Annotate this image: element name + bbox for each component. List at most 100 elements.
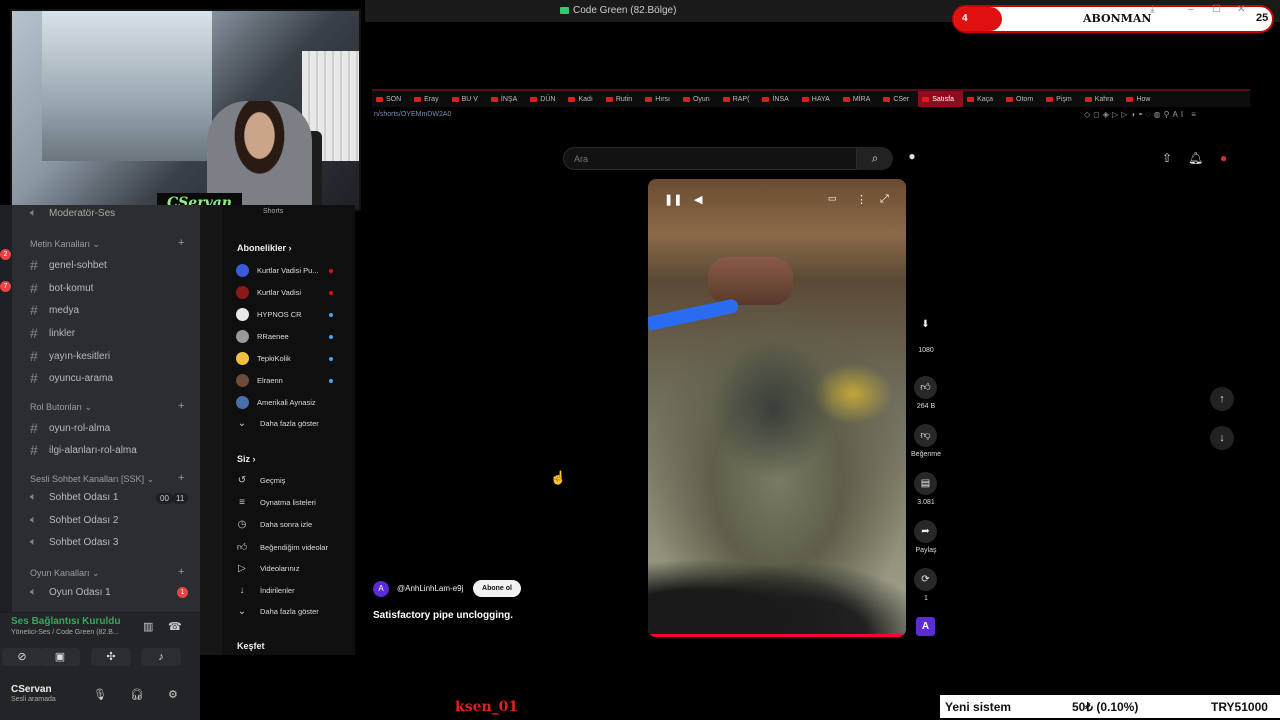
camera-button[interactable]: ⊘ — [2, 648, 42, 666]
subscription-item[interactable]: TepkiKolik — [236, 352, 336, 365]
browser-tab[interactable]: Kadı — [564, 91, 601, 107]
user-name[interactable]: CServan — [11, 684, 52, 695]
browser-tab[interactable]: Otom — [1002, 91, 1042, 107]
browser-tab[interactable]: Pişm — [1042, 91, 1081, 107]
add-channel-icon[interactable]: + — [178, 400, 184, 412]
subscription-item[interactable]: Amerikali Aynasiz — [236, 396, 336, 409]
subscriptions-heading[interactable]: Abonelikler › — [237, 243, 292, 253]
explore-heading[interactable]: Keşfet — [237, 641, 265, 651]
channel-linkler[interactable]: # linkler — [30, 325, 75, 341]
volume-icon[interactable]: ◀︎ — [694, 193, 702, 206]
address-bar-url[interactable]: n/shorts/OYEMmDW2A0 — [374, 111, 451, 118]
upload-icon[interactable]: ⇧ — [1162, 151, 1172, 165]
browser-tab[interactable]: MİRA — [839, 91, 880, 107]
headphones-icon[interactable]: 🎧︎ — [130, 688, 144, 701]
you-item[interactable]: ↓ İndirilenler — [236, 585, 295, 596]
screen-share-button[interactable]: ▣ — [40, 648, 80, 666]
channel-oyuncu-arama[interactable]: # oyuncu-arama — [30, 370, 113, 386]
you-item[interactable]: ↺ Geçmiş — [236, 475, 286, 486]
you-heading[interactable]: Siz › — [237, 454, 256, 464]
channel-moderator-voice[interactable]: 🔈︎ Moderatör-Ses — [30, 207, 115, 220]
browser-tab[interactable]: RAP( — [719, 91, 759, 107]
like-button[interactable]: 👍︎ — [914, 376, 937, 399]
disconnect-icon[interactable]: ☎ — [168, 620, 182, 633]
subscribe-button[interactable]: Abone ol — [473, 580, 521, 597]
download-icon[interactable]: ⤓ — [1150, 4, 1154, 15]
subscription-item[interactable]: Kurtlar Vadisi — [236, 286, 336, 299]
add-channel-icon[interactable]: + — [178, 237, 184, 249]
browser-tab[interactable]: İNSA — [758, 91, 797, 107]
next-short-button[interactable]: ↓ — [1210, 426, 1234, 450]
you-item[interactable]: 👍︎ Beğendiğim videolar — [236, 541, 328, 553]
maximize-icon[interactable]: ☐ — [1212, 4, 1221, 15]
channel-oyun-rol-alma[interactable]: # oyun-rol-alma — [30, 420, 110, 436]
voice-channel-room-3[interactable]: 🔈︎ Sohbet Odası 3 — [30, 536, 119, 549]
category-game-channels[interactable]: Oyun Kanalları ⌄ + — [30, 566, 184, 579]
account-avatar-icon[interactable]: ● — [1220, 151, 1227, 165]
voice-channel-room-2[interactable]: 🔈︎ Sohbet Odası 2 — [30, 514, 119, 527]
share-button[interactable]: ➦ — [914, 520, 937, 543]
browser-tab[interactable]: Kaça — [963, 91, 1002, 107]
browser-tab[interactable]: Kahra — [1081, 91, 1123, 107]
browser-tab[interactable]: DÜN — [526, 91, 564, 107]
captions-icon[interactable]: ▭ — [828, 193, 837, 204]
voice-channel-game-room-1[interactable]: 🔈︎ Oyun Odası 1 — [30, 586, 111, 599]
show-more-subscriptions[interactable]: ⌄ Daha fazla göster — [236, 418, 319, 429]
you-item[interactable]: ▷ Videolarınız — [236, 563, 299, 574]
remix-button[interactable]: ⟳ — [914, 568, 937, 591]
search-input[interactable]: Ara — [563, 147, 857, 170]
channel-yayin-kesitleri[interactable]: # yayın-kesitleri — [30, 348, 110, 364]
pause-icon[interactable]: ❚❚ — [664, 193, 682, 206]
browser-tab[interactable]: How — [1122, 91, 1159, 107]
close-icon[interactable]: ✕ — [1237, 4, 1245, 15]
minimize-icon[interactable]: – — [1188, 4, 1194, 15]
activities-button[interactable]: ✣ — [91, 648, 131, 666]
channel-bot-komut[interactable]: # bot-komut — [30, 280, 93, 296]
video-progress-bar[interactable] — [648, 634, 906, 637]
channel-avatar-button[interactable]: A — [916, 617, 935, 636]
settings-gear-icon[interactable]: ⚙ — [168, 688, 178, 701]
notifications-bell-icon[interactable]: 🔔︎ — [1188, 151, 1203, 165]
voice-channel-room-1[interactable]: 🔈︎ Sohbet Odası 1 — [30, 491, 119, 504]
subscription-item[interactable]: RRaenee — [236, 330, 336, 343]
channel-handle[interactable]: @AnhLinhLam-e9j — [397, 584, 463, 593]
channel-ilgi-alanlari-rol-alma[interactable]: # ilgi-alanları-rol-alma — [30, 442, 137, 458]
browser-tab[interactable]: İNŞA — [487, 91, 526, 107]
add-channel-icon[interactable]: + — [178, 566, 184, 578]
add-channel-icon[interactable]: + — [178, 472, 184, 484]
extension-icons[interactable]: ◇◻◈▷▷◑◓◌◍⚲AI ≡ — [1084, 110, 1199, 119]
subscription-item[interactable]: HYPNOS CR — [236, 308, 336, 321]
browser-tab[interactable]: Eray — [410, 91, 447, 107]
category-text-channels[interactable]: Metin Kanalları ⌄ + — [30, 237, 184, 250]
you-item[interactable]: ◷ Daha sonra izle — [236, 519, 313, 530]
previous-short-button[interactable]: ↑ — [1210, 387, 1234, 411]
shorts-nav-item[interactable]: Shorts — [263, 208, 283, 215]
browser-tab[interactable]: Oyun — [679, 91, 719, 107]
dislike-button[interactable]: 👎︎ — [914, 424, 937, 447]
fullscreen-icon[interactable]: ⤢ — [880, 193, 889, 206]
soundboard-button[interactable]: ♪ — [141, 648, 181, 666]
channel-genel-sohbet[interactable]: # genel-sohbet — [30, 257, 107, 273]
browser-tab[interactable]: Hırsı — [641, 91, 679, 107]
microphone-icon[interactable]: 🎙︎ — [93, 688, 107, 701]
browser-tab[interactable]: SON — [372, 91, 410, 107]
search-button[interactable]: ⌕ — [857, 147, 893, 170]
browser-tab[interactable]: Satısfa — [918, 91, 964, 107]
video-title[interactable]: Satisfactory pipe unclogging. — [373, 610, 513, 621]
you-item[interactable]: ≡ Oynatma listeleri — [236, 497, 316, 508]
browser-tab[interactable]: HAYA — [798, 91, 839, 107]
subscription-item[interactable]: Kurtlar Vadisi Pu... — [236, 264, 336, 277]
channel-avatar[interactable]: A — [373, 581, 389, 597]
show-more-you[interactable]: ⌄ Daha fazla göster — [236, 606, 319, 617]
voice-search-icon[interactable]: ● — [902, 149, 922, 169]
more-options-icon[interactable]: ⋮ — [856, 193, 867, 206]
category-role-buttons[interactable]: Rol Butonları ⌄ + — [30, 400, 184, 413]
noise-suppression-icon[interactable]: ▥ — [143, 620, 153, 633]
subscription-item[interactable]: Elraenn — [236, 374, 336, 387]
comments-button[interactable]: ▤ — [914, 472, 937, 495]
browser-tab[interactable]: Rutin — [602, 91, 641, 107]
category-voice-channels[interactable]: Sesli Sohbet Kanalları [SSK] ⌄ + — [30, 472, 184, 485]
browser-tab[interactable]: BU V — [448, 91, 487, 107]
voice-channel-path[interactable]: Yönetici-Ses / Code Green (82.B... — [11, 629, 119, 636]
download-button[interactable]: ⬇ — [914, 313, 937, 336]
